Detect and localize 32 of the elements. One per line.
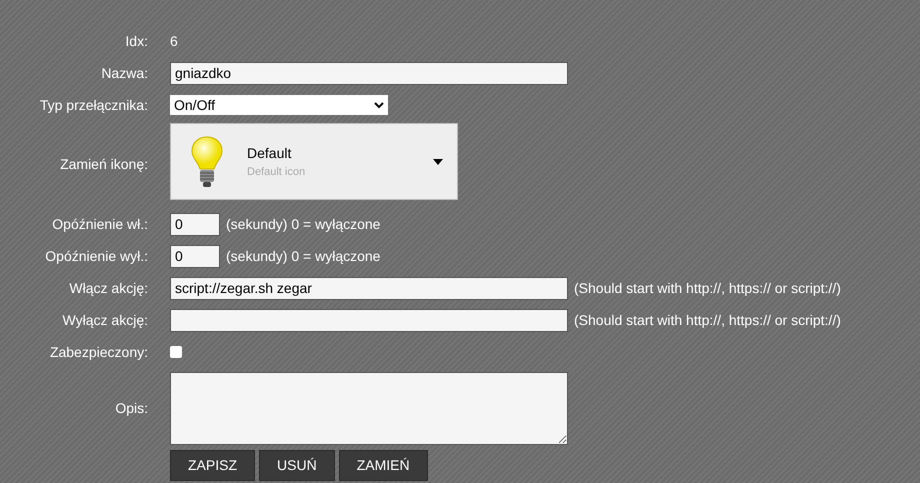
field-label: Opis: bbox=[115, 399, 148, 418]
hint-text: (Should start with http://, https:// or script://) bbox=[574, 278, 841, 298]
field-label: Opóźnienie wył.: bbox=[45, 246, 148, 266]
field-value: 6 bbox=[170, 32, 178, 50]
field-label: Włącz akcję: bbox=[69, 278, 148, 298]
icon-picker[interactable]: Default Default icon bbox=[170, 123, 458, 200]
light-bulb-icon bbox=[191, 136, 223, 188]
chevron-icon bbox=[374, 102, 384, 108]
picker-title: Default bbox=[247, 144, 292, 163]
hint-text: (sekundy) 0 = wyłączone bbox=[226, 214, 380, 234]
dropdown[interactable]: On/Off bbox=[170, 95, 388, 115]
action-button[interactable]: ZAPISZ bbox=[170, 450, 256, 480]
hint-text: (sekundy) 0 = wyłączone bbox=[226, 246, 380, 266]
field-label: Wyłącz akcję: bbox=[62, 310, 148, 330]
text-field[interactable] bbox=[170, 308, 568, 332]
action-button[interactable]: USUŃ bbox=[259, 450, 335, 480]
caret-icon bbox=[433, 158, 443, 164]
field-label: Zamień ikonę: bbox=[60, 155, 148, 174]
field-label: Nazwa: bbox=[101, 64, 148, 82]
text-field[interactable]: 0 bbox=[170, 244, 220, 268]
description-field[interactable] bbox=[170, 372, 568, 445]
checkbox[interactable] bbox=[170, 346, 182, 358]
text-field[interactable]: gniazdko bbox=[170, 62, 568, 84]
field-label: Opóźnienie wł.: bbox=[52, 214, 148, 234]
picker-subtitle: Default icon bbox=[247, 164, 306, 180]
text-field[interactable]: 0 bbox=[170, 212, 220, 236]
field-label: Idx: bbox=[125, 32, 148, 50]
text-field[interactable]: script://zegar.sh zegar bbox=[170, 276, 568, 300]
field-label: Typ przełącznika: bbox=[40, 96, 148, 115]
field-label: Zabezpieczony: bbox=[50, 342, 148, 362]
hint-text: (Should start with http://, https:// or script://) bbox=[574, 310, 841, 330]
action-button[interactable]: ZAMIEŃ bbox=[338, 450, 428, 480]
